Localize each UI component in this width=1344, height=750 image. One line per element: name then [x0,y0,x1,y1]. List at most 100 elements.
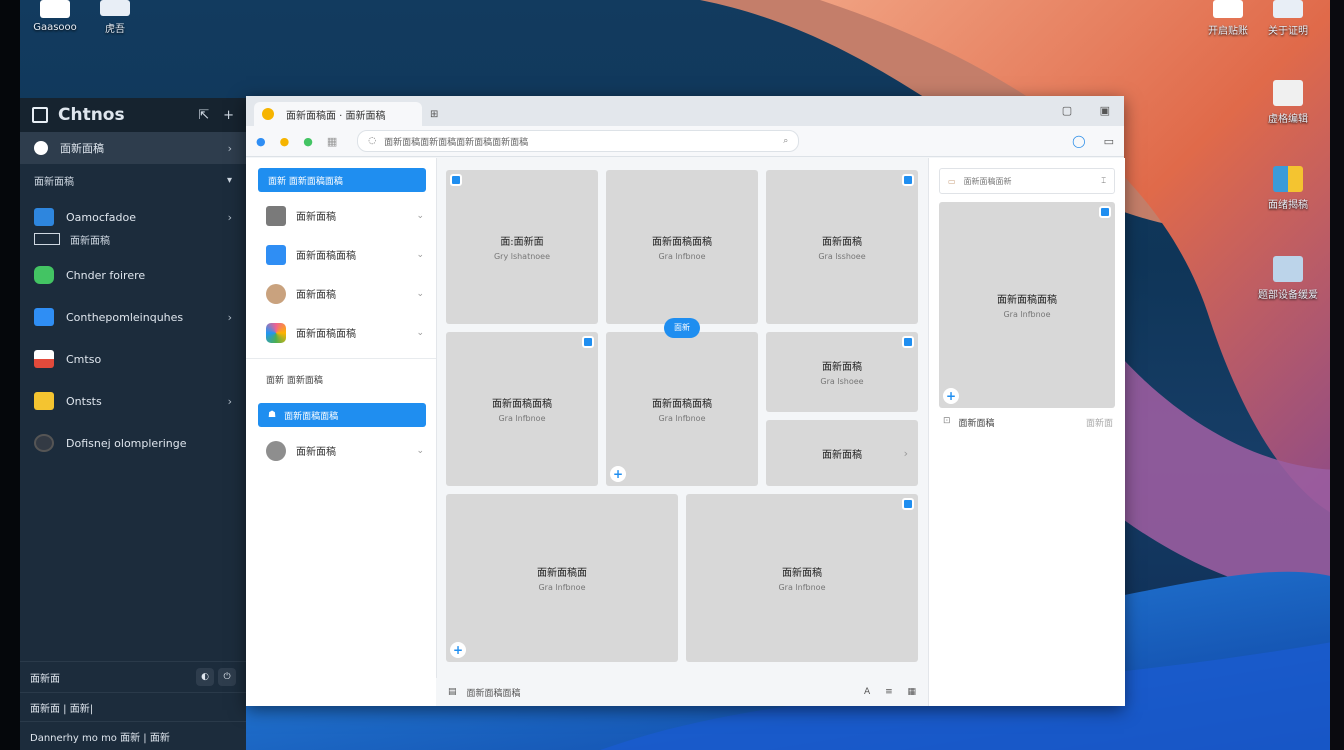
power-icon[interactable]: ⏻ [218,668,236,686]
chat-icon [34,266,54,284]
sidebar-item-active[interactable]: 面新 面新面稿面稿 [258,168,426,192]
layout-icon[interactable]: ▤ [448,687,457,697]
panel-item-label: Cmtso [66,352,102,366]
select-badge-icon[interactable] [902,174,914,186]
keyboard-icon [34,233,60,245]
panel-section-label: 面新面稿 [34,176,74,188]
chevron-right-icon: › [227,394,232,408]
text-icon[interactable]: A [864,687,870,697]
pin-icon[interactable]: ⇱ [198,108,209,123]
mail-icon [34,350,54,368]
chart-app-icon [1273,166,1303,192]
status-text: 面新面稿面稿 [466,688,521,699]
browser-tab[interactable]: 面新面稿面 · 面新面稿 [254,102,422,126]
restore-icon[interactable]: ▢ [1062,104,1072,117]
preview-search-field[interactable]: ▭ 面新面稿面新 ⌶ [939,168,1115,194]
reload-icon[interactable]: ● [303,135,313,148]
panel-item[interactable]: 面新面稿 › [20,132,246,164]
plus-icon[interactable]: + [223,108,234,123]
select-badge-icon[interactable] [902,498,914,510]
panel-item[interactable]: Dofisnej olompleringe [20,422,246,464]
sidebar-item-label: 面新面稿 [296,212,336,223]
window-controls: ▢ ▣ [1038,104,1110,117]
panel-item[interactable]: Chnder foirere [20,254,246,296]
content-card[interactable]: 面新面稿 › [766,420,918,486]
settings-icon[interactable]: ◐ [196,668,214,686]
back-icon[interactable]: ● [256,135,266,148]
select-badge-icon[interactable] [582,336,594,348]
content-card[interactable]: 面新面稿面 Gra lnfbnoe + [446,494,678,662]
content-card[interactable]: 面新面稿 Gra lnfbnoe [686,494,918,662]
sidebar-item[interactable]: 面新面稿面稿 ⌄ [246,235,436,274]
sidebar-item[interactable]: 面新面稿 ⌄ [246,431,436,470]
app-logo-icon [32,107,48,123]
image-icon [1273,256,1303,282]
card-grid: 面:面新面 Gry lshatnoee 面新面稿面稿 Gra lnfbnoe 面… [436,158,928,706]
content-card[interactable]: 面新面稿面稿 Gra lnfbnoe [606,170,758,324]
card-subtitle: Gra lshoee [820,377,864,386]
desktop-icon[interactable]: 题部设备缓爱 [1253,256,1323,301]
panel-item[interactable]: Cmtso [20,338,246,380]
panel-footer-row: 面新面 ◐ ⏻ [20,661,246,692]
url-field[interactable]: ◌ 面新面稿面新面稿面新面稿面新面稿 ⌕ [357,130,800,152]
card-subtitle: Gra lnfbnoe [538,583,586,592]
add-icon[interactable]: + [450,642,466,658]
content-card[interactable]: 面:面新面 Gry lshatnoee [446,170,598,324]
home-icon[interactable]: ▦ [327,135,337,148]
preview-card[interactable]: 面新面稿面稿 Gra lnfbnoe + [939,202,1115,408]
panel-item[interactable]: Ontsts › [20,380,246,422]
desktop-icon[interactable]: 虚格编辑 [1253,80,1323,125]
image-icon: ▭ [948,176,956,186]
monitor-icon [1273,0,1303,18]
content-card[interactable]: 面新面稿 Gra lshoee [766,332,918,412]
desktop-icon-label: 虎吾 [105,24,125,35]
desktop-icon[interactable]: 虎吾 [80,0,150,35]
content-card[interactable]: 面新面稿 Gra lsshoee [766,170,918,324]
start-panel: Chtnos ⇱ + 面新面稿 › 面新面稿 ▾ Oamocfadoe › 面新… [20,98,246,750]
preview-meta-value: 面新面 [1085,419,1113,429]
panel-footer-row: 面新面 | 面新| [20,692,246,721]
desktop-icon[interactable]: 面绪揭稿 [1253,166,1323,211]
card-title: 面新面稿 [822,237,862,248]
select-badge-icon[interactable] [450,174,462,186]
photos-icon [266,322,286,343]
sidebar-item[interactable]: 面新面稿 ⌄ [246,274,436,313]
preview-search-text: 面新面稿面新 [963,176,1012,186]
chat-bubble-icon[interactable]: ◯ [1072,134,1085,148]
sidebar-item-label: 面新面稿面稿 [296,329,356,340]
notes-icon [34,392,54,410]
chevron-down-icon: ⌄ [416,288,424,299]
panel-item-label: Ontsts [66,394,102,408]
panel-item[interactable]: Conthepomleinquhes › [20,296,246,338]
card-title: 面新面稿面稿 [997,295,1057,306]
list-icon[interactable]: ≡ [885,687,893,697]
sidebar-item-active[interactable]: ☗ 面新面稿面稿 [258,403,426,427]
panel-footer: 面新面 ◐ ⏻ 面新面 | 面新| Dannerhy mo mo 面新 | 面新 [20,661,246,750]
new-tab-button[interactable]: ⊞ [430,109,438,120]
content-card[interactable]: 面新面稿面稿 Gra lnfbnoe + [606,332,758,486]
card-subtitle: Gra lnfbnoe [778,583,826,592]
drop-icon [266,440,286,461]
expand-icon[interactable]: ⌶ [1101,176,1106,186]
card-title: 面:面新面 [500,237,544,248]
select-badge-icon[interactable] [1099,206,1111,218]
extensions-icon[interactable]: ▭ [1104,135,1114,148]
panel-sub-item[interactable]: 面新面稿 [20,230,246,248]
search-icon[interactable]: ⌕ [783,136,788,146]
desktop-icon[interactable]: 关于证明 [1253,0,1323,37]
add-icon[interactable]: + [943,388,959,404]
panel-item-label: Conthepomleinquhes [66,310,184,324]
panel-section[interactable]: 面新面稿 ▾ [20,164,246,196]
card-title: 面新面稿 [822,362,862,373]
drag-handle-pill[interactable]: 面新 [664,318,700,338]
grid-icon[interactable]: ▦ [907,687,916,697]
add-icon[interactable]: + [610,466,626,482]
close-icon[interactable]: ▣ [1100,104,1110,117]
forward-icon[interactable]: ● [280,135,290,148]
sidebar-item[interactable]: 面新面稿面稿 ⌄ [246,313,436,352]
shield-icon [34,141,48,155]
sidebar-item[interactable]: 面新面稿 ⌄ [246,196,436,235]
select-badge-icon[interactable] [902,336,914,348]
content-card[interactable]: 面新面稿面稿 Gra lnfbnoe [446,332,598,486]
file-icon [266,244,286,265]
